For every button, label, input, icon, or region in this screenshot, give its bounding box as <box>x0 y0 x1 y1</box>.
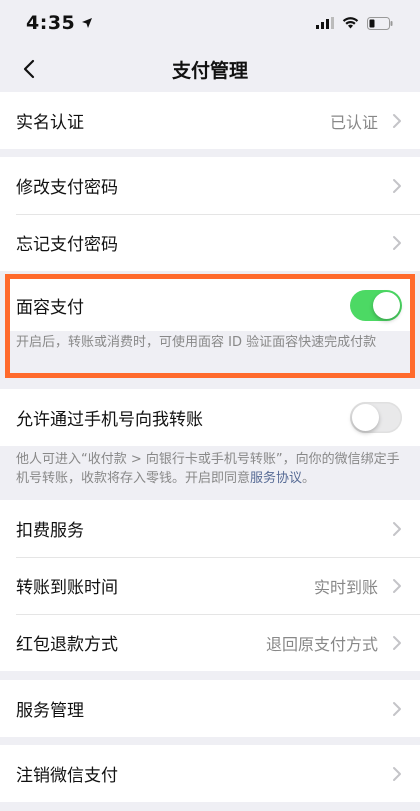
status-left: 4:35 <box>26 12 93 34</box>
deduction-service-label: 扣费服务 <box>16 521 84 541</box>
status-right <box>316 16 394 30</box>
services-group: 扣费服务 转账到账时间 实时到账 红包退款方式 退回原支付方式 <box>0 500 420 671</box>
face-pay-row: 面容支付 <box>10 279 410 331</box>
transfer-arrival-time-value: 实时到账 <box>313 577 378 597</box>
change-password-row[interactable]: 修改支付密码 <box>0 157 420 214</box>
wifi-icon <box>342 17 359 29</box>
phone-transfer-description-end: 。 <box>302 471 316 486</box>
chevron-right-icon <box>393 178 401 193</box>
chevron-left-icon <box>23 59 35 79</box>
red-packet-refund-row[interactable]: 红包退款方式 退回原支付方式 <box>0 614 420 671</box>
chevron-right-icon <box>393 521 401 536</box>
toggle-knob <box>352 404 379 431</box>
location-arrow-icon <box>82 18 93 28</box>
cancel-wechat-pay-label: 注销微信支付 <box>16 766 118 786</box>
transfer-arrival-time-row[interactable]: 转账到账时间 实时到账 <box>0 557 420 614</box>
phone-transfer-row: 允许通过手机号向我转账 <box>0 389 420 446</box>
red-packet-refund-value: 退回原支付方式 <box>265 634 378 654</box>
service-manage-group: 服务管理 <box>0 680 420 737</box>
chevron-right-icon <box>393 113 401 128</box>
phone-transfer-description: 他人可进入“收付款 > 向银行卡或手机号转账”，向你的微信绑定手机号转账，收款将… <box>0 450 420 488</box>
status-bar: 4:35 <box>0 0 420 46</box>
chevron-right-icon <box>393 635 401 650</box>
transfer-arrival-time-label: 转账到账时间 <box>16 578 118 598</box>
phone-transfer-toggle[interactable] <box>350 402 402 433</box>
face-pay-label: 面容支付 <box>16 297 84 318</box>
forgot-password-row[interactable]: 忘记支付密码 <box>0 214 420 271</box>
toggle-knob <box>373 291 400 319</box>
back-button[interactable] <box>12 52 46 86</box>
phone-transfer-label: 允许通过手机号向我转账 <box>16 410 203 430</box>
real-name-row[interactable]: 实名认证 已认证 <box>0 92 420 149</box>
service-manage-label: 服务管理 <box>16 701 84 721</box>
forgot-password-label: 忘记支付密码 <box>16 235 118 255</box>
chevron-right-icon <box>393 701 401 716</box>
page-title: 支付管理 <box>171 59 248 82</box>
face-pay-group: 面容支付 开启后，转账或消费时，可使用面容 ID 验证面容快速完成付款 <box>10 279 410 373</box>
real-name-group: 实名认证 已认证 <box>0 92 420 149</box>
password-group: 修改支付密码 忘记支付密码 <box>0 157 420 271</box>
change-password-label: 修改支付密码 <box>16 178 118 198</box>
cellular-signal-icon <box>316 17 334 29</box>
cancel-pay-group: 注销微信支付 <box>0 745 420 802</box>
red-packet-refund-label: 红包退款方式 <box>16 635 118 655</box>
chevron-right-icon <box>393 235 401 250</box>
nav-bar: 支付管理 <box>0 46 420 92</box>
deduction-service-row[interactable]: 扣费服务 <box>0 500 420 557</box>
status-time: 4:35 <box>26 12 76 34</box>
real-name-status: 已认证 <box>329 112 378 132</box>
face-pay-toggle[interactable] <box>350 289 402 321</box>
service-manage-row[interactable]: 服务管理 <box>0 680 420 737</box>
real-name-label: 实名认证 <box>16 113 84 133</box>
battery-icon <box>367 16 393 30</box>
chevron-right-icon <box>393 578 401 593</box>
phone-transfer-group: 允许通过手机号向我转账 <box>0 389 420 446</box>
chevron-right-icon <box>393 766 401 781</box>
face-pay-description: 开启后，转账或消费时，可使用面容 ID 验证面容快速完成付款 <box>16 335 377 350</box>
screen: 4:35 支付管理 实名认证 已认证 修改支付密码 忘记支付密码 面容支付 开启… <box>0 0 420 811</box>
phone-transfer-description-text: 他人可进入“收付款 > 向银行卡或手机号转账”，向你的微信绑定手机号转账，收款将… <box>16 452 400 486</box>
service-agreement-link[interactable]: 服务协议 <box>250 471 302 486</box>
cancel-wechat-pay-row[interactable]: 注销微信支付 <box>0 745 420 802</box>
